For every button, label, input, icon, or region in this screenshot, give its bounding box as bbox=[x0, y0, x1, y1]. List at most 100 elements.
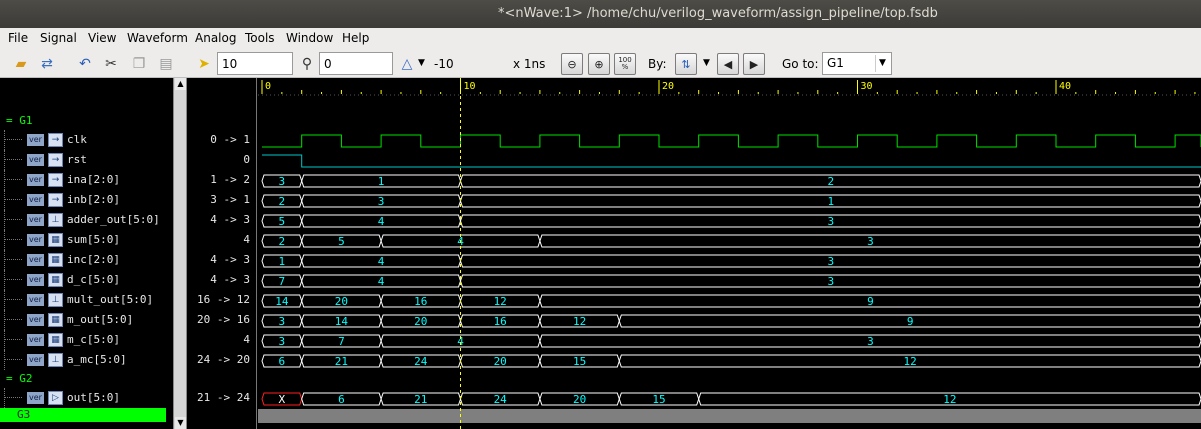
menu-file[interactable]: File bbox=[8, 31, 28, 45]
scroll-down-icon[interactable]: ▼ bbox=[175, 417, 186, 429]
menu-tools[interactable]: Tools bbox=[245, 31, 275, 45]
tree-line bbox=[4, 210, 5, 230]
open-folder-icon[interactable]: ▰ bbox=[10, 53, 32, 75]
bus-value-label: 1 bbox=[378, 175, 385, 188]
bus-value-label: 21 bbox=[335, 355, 348, 368]
bus-value-label: 16 bbox=[494, 315, 507, 328]
waveform-pane[interactable]: 0102030403122315432543143743142016129314… bbox=[258, 78, 1201, 429]
signal-name: m_out[5:0] bbox=[67, 313, 134, 326]
menu-analog[interactable]: Analog bbox=[195, 31, 236, 45]
menu-signal[interactable]: Signal bbox=[40, 31, 77, 45]
signal-value: 0 -> 1 bbox=[210, 133, 250, 146]
signal-row[interactable]: ver ⊥ adder_out[5:0] bbox=[0, 210, 173, 230]
signal-row[interactable]: ver → clk bbox=[0, 130, 173, 150]
waveform-canvas[interactable]: 0102030403122315432543143743142016129314… bbox=[258, 78, 1201, 429]
menu-help[interactable]: Help bbox=[342, 31, 369, 45]
group-g1-label[interactable]: = G1 bbox=[6, 114, 33, 127]
marker-time-input[interactable] bbox=[319, 52, 393, 75]
search-by-icon[interactable]: ⇅ bbox=[675, 53, 697, 75]
menu-bar: File Signal View Waveform Analog Tools W… bbox=[0, 28, 1201, 50]
reload-icon[interactable]: ⇄ bbox=[36, 53, 58, 75]
bus-value-label: 2 bbox=[279, 235, 286, 248]
vertical-scrollbar[interactable]: ▲ ▼ bbox=[173, 78, 187, 429]
search-backward-icon[interactable]: ◀ bbox=[717, 53, 739, 75]
signal-row[interactable]: ver ⊥ mult_out[5:0] bbox=[0, 290, 173, 310]
bus-value-label: 12 bbox=[943, 393, 956, 406]
tree-line bbox=[4, 259, 22, 260]
verilog-badge-icon: ver bbox=[27, 334, 44, 346]
verilog-badge-icon: ver bbox=[27, 154, 44, 166]
marker-icon[interactable]: ⚲ bbox=[296, 53, 318, 75]
zoom-fit-icon[interactable]: 100 % bbox=[614, 53, 636, 75]
cursor-time-input[interactable] bbox=[217, 52, 293, 75]
signal-value: 4 bbox=[243, 333, 250, 346]
input-port-icon: → bbox=[48, 173, 63, 187]
signal-value-pane[interactable]: 0 -> 1 0 1 -> 2 3 -> 1 4 -> 3 4 4 -> 3 4 -> 3 16… bbox=[187, 78, 257, 429]
cut-icon[interactable]: ✂ bbox=[100, 53, 122, 75]
input-port-icon: → bbox=[48, 133, 63, 147]
tree-line bbox=[4, 190, 5, 210]
net-icon: ⊥ bbox=[48, 353, 63, 367]
bus-value-label: 3 bbox=[867, 335, 874, 348]
tree-line bbox=[4, 359, 22, 360]
signal-row[interactable]: ver → ina[2:0] bbox=[0, 170, 173, 190]
tree-line bbox=[4, 130, 5, 150]
group-g2-label[interactable]: = G2 bbox=[6, 372, 33, 385]
delta-dropdown-arrow[interactable]: ▼ bbox=[418, 58, 425, 68]
tree-line bbox=[4, 279, 22, 280]
signal-row[interactable]: ver ▦ m_out[5:0] bbox=[0, 310, 173, 330]
bus-value-label: 1 bbox=[827, 195, 834, 208]
goto-select[interactable]: G1 ▼ bbox=[822, 52, 892, 75]
menu-window[interactable]: Window bbox=[286, 31, 333, 45]
bus-value-label: 21 bbox=[414, 393, 427, 406]
signal-value: 4 bbox=[243, 233, 250, 246]
copy-icon[interactable]: ❐ bbox=[128, 53, 150, 75]
tree-line bbox=[4, 230, 5, 250]
signal-row[interactable]: ver ▦ sum[5:0] bbox=[0, 230, 173, 250]
verilog-badge-icon: ver bbox=[27, 214, 44, 226]
verilog-badge-icon: ver bbox=[27, 294, 44, 306]
bus-value-label: 14 bbox=[335, 315, 349, 328]
pointer-icon[interactable]: ➤ bbox=[193, 53, 215, 75]
tree-line bbox=[4, 299, 22, 300]
tree-line bbox=[4, 179, 22, 180]
reset-waveform bbox=[262, 154, 1201, 168]
menu-waveform[interactable]: Waveform bbox=[127, 31, 188, 45]
bus-value-label: 3 bbox=[279, 315, 286, 328]
tree-line bbox=[4, 290, 5, 310]
signal-row[interactable]: ver → rst bbox=[0, 150, 173, 170]
tree-line bbox=[4, 239, 22, 240]
by-label: By: bbox=[648, 57, 667, 71]
paste-icon[interactable]: ▤ bbox=[155, 53, 177, 75]
signal-row[interactable]: ver ▦ inc[2:0] bbox=[0, 250, 173, 270]
signal-name-pane[interactable]: = G1 = G2 ver → clk ver → rst ver → ina[2:0] ver → in… bbox=[0, 78, 173, 429]
delta-icon[interactable]: △ bbox=[396, 53, 418, 75]
scroll-up-icon[interactable]: ▲ bbox=[175, 78, 186, 90]
signal-row[interactable]: ver ▦ m_c[5:0] bbox=[0, 330, 173, 350]
window-titlebar: *<nWave:1> /home/chu/verilog_waveform/as… bbox=[0, 0, 1201, 28]
bus-value-label: 1 bbox=[279, 255, 286, 268]
signal-row[interactable]: ver ▦ d_c[5:0] bbox=[0, 270, 173, 290]
undo-icon[interactable]: ↶ bbox=[74, 53, 96, 75]
verilog-badge-icon: ver bbox=[27, 194, 44, 206]
zoom-in-icon[interactable]: ⊕ bbox=[588, 53, 610, 75]
bus-value-label: 4 bbox=[378, 215, 385, 228]
bus-value-label: 4 bbox=[378, 275, 385, 288]
signal-value: 24 -> 20 bbox=[197, 353, 250, 366]
menu-view[interactable]: View bbox=[88, 31, 116, 45]
group-g3-row[interactable]: G3 bbox=[0, 408, 166, 422]
signal-name: inb[2:0] bbox=[67, 193, 120, 206]
signal-value: 4 -> 3 bbox=[210, 273, 250, 286]
net-icon: ⊥ bbox=[48, 213, 63, 227]
signal-row[interactable]: ver → inb[2:0] bbox=[0, 190, 173, 210]
bus-value-label: 20 bbox=[335, 295, 348, 308]
signal-row[interactable]: ver ⊥ a_mc[5:0] bbox=[0, 350, 173, 370]
bus-value-label: 15 bbox=[652, 393, 665, 406]
tree-line bbox=[4, 397, 22, 398]
tree-line bbox=[4, 330, 5, 350]
zoom-out-icon[interactable]: ⊖ bbox=[561, 53, 583, 75]
bus-value-label: 24 bbox=[494, 393, 508, 406]
search-forward-icon[interactable]: ▶ bbox=[743, 53, 765, 75]
by-dropdown-arrow[interactable]: ▼ bbox=[703, 58, 710, 68]
signal-row[interactable]: ver ▷ out[5:0] bbox=[0, 388, 173, 408]
